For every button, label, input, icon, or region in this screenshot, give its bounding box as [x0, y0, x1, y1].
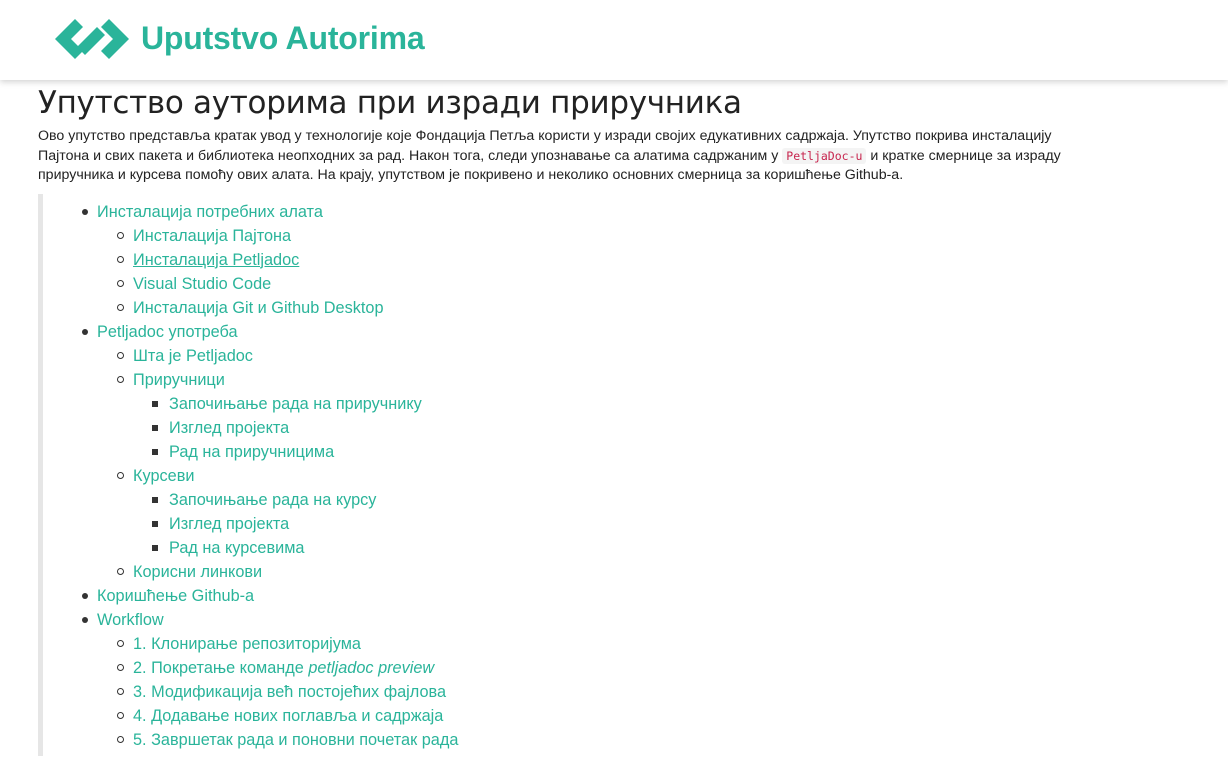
toc-link-what-is[interactable]: Шта је Petljadoc — [133, 347, 253, 365]
step2-command: petljadoc preview — [308, 658, 435, 677]
toc-item-course-work: Рад на курсевима — [133, 536, 1188, 560]
toc-link-manual-start[interactable]: Започињање рада на приручнику — [169, 395, 422, 413]
toc-link-install-git[interactable]: Инсталација Git и Github Desktop — [133, 299, 384, 317]
toc-link-courses[interactable]: Курсеви — [133, 467, 194, 485]
toc-item-vscode: Visual Studio Code — [97, 272, 1188, 296]
top-header: Uputstvo Autorima — [0, 0, 1228, 80]
toc-item-what-is: Шта је Petljadoc — [97, 344, 1188, 368]
toc-item-install-petljadoc: Инсталација Petljadoc — [97, 248, 1188, 272]
toc-item-manuals: Приручници Започињање рада на приручнику… — [97, 368, 1188, 464]
toc-item-step1: 1. Клонирање репозиторијума — [97, 632, 1188, 656]
toc-item-manual-start: Започињање рада на приручнику — [133, 392, 1188, 416]
toc-link-manual-work[interactable]: Рад на приручницима — [169, 443, 334, 461]
toc-item-step4: 4. Додавање нових поглавља и садржаја — [97, 704, 1188, 728]
intro-paragraph: Ово упутство представља кратак увод у те… — [38, 127, 1088, 186]
toc-item-courses: Курсеви Започињање рада на курсу Изглед … — [97, 464, 1188, 560]
toc-item-step5: 5. Завршетак рада и поновни почетак рада — [97, 728, 1188, 752]
page-title: Упутство ауторима при изради приручника — [38, 85, 742, 121]
toc-link-workflow[interactable]: Workflow — [97, 611, 164, 629]
toc-link-step3[interactable]: 3. Модификација већ постојећих фајлова — [133, 683, 446, 701]
table-of-contents: Инсталација потребних алата Инсталација … — [38, 193, 1188, 756]
toc-item-manual-work: Рад на приручницима — [133, 440, 1188, 464]
toc-link-install-python[interactable]: Инсталација Пајтона — [133, 227, 291, 245]
toc-sublist-usage: Шта је Petljadoc Приручници Започињање р… — [97, 344, 1188, 584]
toc-sublist-manuals: Започињање рада на приручнику Изглед про… — [133, 392, 1188, 464]
toc-item-step2: 2. Покретање команде petljadoc preview — [97, 656, 1188, 680]
toc-item-course-start: Започињање рада на курсу — [133, 488, 1188, 512]
step2-prefix: 2. Покретање команде — [133, 658, 309, 677]
toc-link-install-petljadoc[interactable]: Инсталација Petljadoc — [133, 251, 299, 269]
toc-link-useful-links[interactable]: Корисни линкови — [133, 563, 262, 581]
toc-item-step3: 3. Модификација већ постојећих фајлова — [97, 680, 1188, 704]
toc-link-step2[interactable]: 2. Покретање команде petljadoc preview — [133, 659, 434, 677]
toc-sublist-installation: Инсталација Пајтона Инсталација Petljado… — [97, 224, 1188, 320]
site-title-link[interactable]: Uputstvo Autorima — [141, 20, 425, 57]
petlja-logo-icon[interactable] — [55, 19, 129, 59]
toc-sublist-courses: Започињање рада на курсу Изглед пројекта… — [133, 488, 1188, 560]
toc-item-course-layout: Изглед пројекта — [133, 512, 1188, 536]
toc-item-install-git: Инсталација Git и Github Desktop — [97, 296, 1188, 320]
toc-item-install-python: Инсталација Пајтона — [97, 224, 1188, 248]
toc-link-manuals[interactable]: Приручници — [133, 371, 225, 389]
toc-link-usage[interactable]: Petljadoc употреба — [97, 323, 238, 341]
toc-link-step4[interactable]: 4. Додавање нових поглавља и садржаја — [133, 707, 443, 725]
toc-item-usage: Petljadoc употреба Шта је Petljadoc Прир… — [43, 320, 1188, 584]
toc-link-vscode[interactable]: Visual Studio Code — [133, 275, 271, 293]
toc-link-course-start[interactable]: Започињање рада на курсу — [169, 491, 376, 509]
toc-link-installation[interactable]: Инсталација потребних алата — [97, 203, 323, 221]
toc-item-useful-links: Корисни линкови — [97, 560, 1188, 584]
main-content: Упутство ауторима при изради приручника … — [38, 84, 1188, 756]
toc-link-step1[interactable]: 1. Клонирање репозиторијума — [133, 635, 361, 653]
toc-item-manual-layout: Изглед пројекта — [133, 416, 1188, 440]
intro-code: PetljaDoc-u — [782, 147, 867, 164]
toc-link-step5[interactable]: 5. Завршетак рада и поновни почетак рада — [133, 731, 458, 749]
toc-sublist-workflow: 1. Клонирање репозиторијума 2. Покретање… — [97, 632, 1188, 752]
toc-item-github: Коришћење Github-а — [43, 584, 1188, 608]
toc-link-course-layout[interactable]: Изглед пројекта — [169, 515, 289, 533]
toc-item-workflow: Workflow 1. Клонирање репозиторијума 2. … — [43, 608, 1188, 752]
toc-link-manual-layout[interactable]: Изглед пројекта — [169, 419, 289, 437]
toc-link-github[interactable]: Коришћење Github-а — [97, 587, 254, 605]
toc-link-course-work[interactable]: Рад на курсевима — [169, 539, 304, 557]
toc-list: Инсталација потребних алата Инсталација … — [43, 200, 1188, 752]
toc-item-installation: Инсталација потребних алата Инсталација … — [43, 200, 1188, 320]
